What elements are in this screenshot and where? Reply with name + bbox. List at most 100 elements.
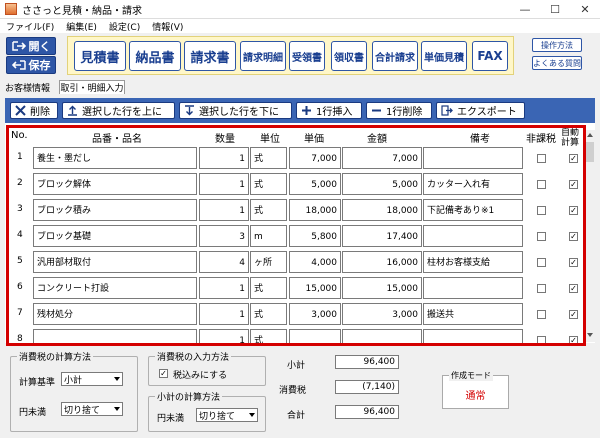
- cell-amount[interactable]: 7,000: [342, 147, 422, 169]
- estimate-button[interactable]: 見積書: [74, 41, 126, 71]
- cell-amount[interactable]: 17,400: [342, 225, 422, 247]
- cell-price[interactable]: 5,000: [289, 173, 341, 195]
- menu-settings[interactable]: 設定(C): [109, 20, 140, 33]
- cell-qty[interactable]: 1: [199, 277, 249, 299]
- auto-calc-checkbox[interactable]: ✓: [569, 206, 578, 215]
- taxfree-checkbox[interactable]: [537, 154, 546, 163]
- cell-amount[interactable]: 15,000: [342, 277, 422, 299]
- receipt-button[interactable]: 領収書: [331, 41, 367, 71]
- auto-calc-checkbox[interactable]: ✓: [569, 310, 578, 319]
- cell-qty[interactable]: 1: [199, 199, 249, 221]
- tax-round-select[interactable]: 切り捨て: [61, 402, 123, 416]
- cell-note[interactable]: [423, 277, 523, 299]
- cell-amount[interactable]: 5,000: [342, 173, 422, 195]
- minimize-button[interactable]: —: [510, 0, 540, 19]
- cell-price[interactable]: 5,800: [289, 225, 341, 247]
- cell-note[interactable]: [423, 147, 523, 169]
- cell-amount[interactable]: 3,000: [342, 303, 422, 325]
- taxfree-checkbox[interactable]: [537, 284, 546, 293]
- faq-button[interactable]: よくある質問: [532, 56, 582, 70]
- cell-amount[interactable]: [342, 329, 422, 343]
- cell-unit[interactable]: 式: [250, 277, 287, 299]
- manual-button[interactable]: 操作方法: [532, 38, 582, 52]
- cell-note[interactable]: 柱材お客様支給: [423, 251, 523, 273]
- cell-qty[interactable]: 3: [199, 225, 249, 247]
- taxfree-checkbox[interactable]: [537, 258, 546, 267]
- move-down-button[interactable]: 選択した行を下に: [179, 102, 292, 119]
- cell-price[interactable]: 7,000: [289, 147, 341, 169]
- cell-unit[interactable]: 式: [250, 147, 287, 169]
- cell-item[interactable]: 汎用部材取付: [33, 251, 197, 273]
- cell-note[interactable]: 搬送共: [423, 303, 523, 325]
- auto-calc-checkbox[interactable]: ✓: [569, 154, 578, 163]
- menu-file[interactable]: ファイル(F): [6, 20, 54, 33]
- close-button[interactable]: ✕: [570, 0, 600, 19]
- cell-qty[interactable]: 1: [199, 303, 249, 325]
- open-button[interactable]: 開く: [6, 37, 56, 55]
- cell-item[interactable]: ブロック基礎: [33, 225, 197, 247]
- taxfree-checkbox[interactable]: [537, 336, 546, 343]
- auto-calc-checkbox[interactable]: ✓: [569, 336, 578, 343]
- scroll-thumb[interactable]: [586, 142, 594, 162]
- cell-qty[interactable]: 4: [199, 251, 249, 273]
- cell-note[interactable]: カッター入れ有: [423, 173, 523, 195]
- delete-row-button[interactable]: 1行削除: [366, 102, 432, 119]
- taxfree-checkbox[interactable]: [537, 232, 546, 241]
- invoice-button[interactable]: 請求書: [184, 41, 236, 71]
- cell-note[interactable]: [423, 225, 523, 247]
- auto-calc-checkbox[interactable]: ✓: [569, 258, 578, 267]
- cell-price[interactable]: [289, 329, 341, 343]
- cell-item[interactable]: コンクリート打設: [33, 277, 197, 299]
- total-invoice-button[interactable]: 合計請求: [372, 41, 418, 71]
- cell-unit[interactable]: 式: [250, 199, 287, 221]
- cell-item[interactable]: [33, 329, 197, 343]
- cell-unit[interactable]: 式: [250, 303, 287, 325]
- basis-select[interactable]: 小計: [61, 372, 123, 386]
- taxfree-checkbox[interactable]: [537, 180, 546, 189]
- taxfree-checkbox[interactable]: [537, 206, 546, 215]
- move-up-button[interactable]: 選択した行を上に: [62, 102, 175, 119]
- cell-unit[interactable]: m: [250, 225, 287, 247]
- tax-included-checkbox[interactable]: ✓: [159, 369, 168, 378]
- cell-price[interactable]: 18,000: [289, 199, 341, 221]
- export-button[interactable]: エクスポート: [436, 102, 525, 119]
- receipt-ack-button[interactable]: 受領書: [289, 41, 325, 71]
- save-button[interactable]: 保存: [6, 56, 56, 74]
- cell-amount[interactable]: 18,000: [342, 199, 422, 221]
- cell-item[interactable]: 残材処分: [33, 303, 197, 325]
- delete-button[interactable]: 削除: [10, 102, 58, 119]
- cell-price[interactable]: 3,000: [289, 303, 341, 325]
- scroll-down-icon[interactable]: [587, 333, 593, 337]
- cell-amount[interactable]: 16,000: [342, 251, 422, 273]
- invoice-detail-button[interactable]: 請求明細: [240, 41, 286, 71]
- cell-price[interactable]: 15,000: [289, 277, 341, 299]
- menu-info[interactable]: 情報(V): [152, 20, 183, 33]
- auto-calc-checkbox[interactable]: ✓: [569, 284, 578, 293]
- table-scrollbar[interactable]: [583, 130, 595, 342]
- cell-price[interactable]: 4,000: [289, 251, 341, 273]
- auto-calc-checkbox[interactable]: ✓: [569, 180, 578, 189]
- cell-unit[interactable]: ヶ所: [250, 251, 287, 273]
- tab-customer[interactable]: お客様情報: [5, 81, 50, 94]
- scroll-up-icon[interactable]: [587, 133, 593, 137]
- auto-calc-checkbox[interactable]: ✓: [569, 232, 578, 241]
- cell-qty[interactable]: 1: [199, 173, 249, 195]
- delivery-button[interactable]: 納品書: [129, 41, 181, 71]
- cell-unit[interactable]: 式: [250, 173, 287, 195]
- cell-item[interactable]: ブロック積み: [33, 199, 197, 221]
- cell-item[interactable]: 養生・墨だし: [33, 147, 197, 169]
- cell-note[interactable]: 下記備考あり※1: [423, 199, 523, 221]
- tab-detail[interactable]: 取引・明細入力: [59, 80, 125, 94]
- maximize-button[interactable]: ☐: [540, 0, 570, 19]
- unit-estimate-button[interactable]: 単価見積: [421, 41, 467, 71]
- cell-qty[interactable]: 1: [199, 147, 249, 169]
- fax-button[interactable]: FAX: [472, 41, 508, 71]
- cell-unit[interactable]: 式: [250, 329, 287, 343]
- cell-note[interactable]: [423, 329, 523, 343]
- cell-item[interactable]: ブロック解体: [33, 173, 197, 195]
- taxfree-checkbox[interactable]: [537, 310, 546, 319]
- subtotal-round-select[interactable]: 切り捨て: [196, 408, 258, 422]
- cell-qty[interactable]: 1: [199, 329, 249, 343]
- insert-row-button[interactable]: 1行挿入: [296, 102, 362, 119]
- menu-edit[interactable]: 編集(E): [66, 20, 97, 33]
